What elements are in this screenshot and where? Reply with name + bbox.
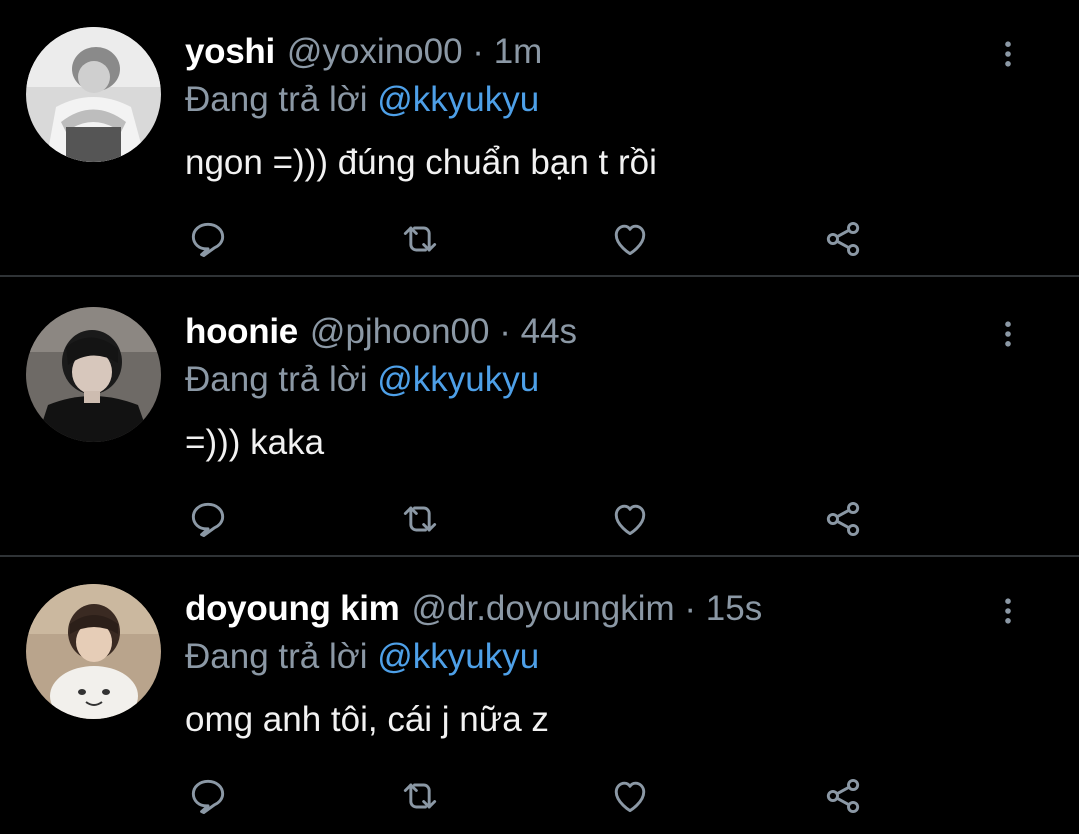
vertical-dots-icon [1005,41,1011,67]
tweet-header: doyoung kim @dr.doyoungkim · 15s [185,587,762,631]
reply-prefix: Đang trả lời [185,637,368,676]
tweet-text: omg anh tôi, cái j nữa z [185,700,549,739]
reply-button[interactable] [183,494,233,544]
avatar-photo [26,27,161,162]
share-icon [826,778,860,814]
comment-bubble-icon [191,222,225,257]
timestamp[interactable]: 44s [521,312,577,351]
avatar-photo [26,584,161,719]
share-icon [826,221,860,257]
replying-to: Đang trả lời @kkyukyu [185,635,539,679]
reply-prefix: Đang trả lời [185,360,368,399]
comment-bubble-icon [191,779,225,814]
heart-icon [614,504,646,536]
comment-bubble-icon [191,502,225,537]
tweet-text: =))) kaka [185,423,325,462]
vertical-dots-icon [1005,598,1011,624]
mention-link[interactable]: @kkyukyu [377,637,539,676]
user-handle[interactable]: @yoxino00 [287,32,463,71]
like-button[interactable] [605,494,655,544]
mention-link[interactable]: @kkyukyu [377,360,539,399]
retweet-icon [403,506,437,532]
more-options-button[interactable] [990,593,1026,629]
retweet-icon [403,226,437,252]
timestamp[interactable]: 1m [494,32,543,71]
tweet-header: yoshi @yoxino00 · 1m [185,30,542,74]
retweet-icon [403,783,437,809]
tweet-item[interactable]: doyoung kim @dr.doyoungkim · 15s Đang trả… [0,557,1079,834]
replying-to: Đang trả lời @kkyukyu [185,78,539,122]
tweet-text: ngon =))) đúng chuẩn bạn t rồi [185,143,657,182]
mention-link[interactable]: @kkyukyu [377,80,539,119]
avatar[interactable] [26,307,161,442]
separator-dot: · [472,32,484,71]
action-bar [0,214,1079,264]
reply-prefix: Đang trả lời [185,80,368,119]
share-button[interactable] [818,214,868,264]
more-options-button[interactable] [990,316,1026,352]
heart-icon [614,224,646,256]
heart-icon [614,781,646,813]
replying-to: Đang trả lời @kkyukyu [185,358,539,402]
action-bar [0,771,1079,821]
retweet-button[interactable] [395,214,445,264]
avatar[interactable] [26,584,161,719]
retweet-button[interactable] [395,494,445,544]
timestamp[interactable]: 15s [706,589,762,628]
display-name[interactable]: yoshi [185,32,275,71]
tweet-item[interactable]: hoonie @pjhoon00 · 44s Đang trả lời @kkyu… [0,280,1079,557]
avatar[interactable] [26,27,161,162]
display-name[interactable]: doyoung kim [185,589,400,628]
share-button[interactable] [818,771,868,821]
like-button[interactable] [605,771,655,821]
display-name[interactable]: hoonie [185,312,298,351]
vertical-dots-icon [1005,321,1011,347]
like-button[interactable] [605,214,655,264]
user-handle[interactable]: @dr.doyoungkim [411,589,674,628]
avatar-photo [26,307,161,442]
retweet-button[interactable] [395,771,445,821]
reply-button[interactable] [183,214,233,264]
tweet-header: hoonie @pjhoon00 · 44s [185,310,577,354]
user-handle[interactable]: @pjhoon00 [310,312,490,351]
share-button[interactable] [818,494,868,544]
separator-dot: · [499,312,511,351]
share-icon [826,501,860,537]
more-options-button[interactable] [990,36,1026,72]
tweet-item[interactable]: yoshi @yoxino00 · 1m Đang trả lời @kkyuky… [0,0,1079,277]
reply-button[interactable] [183,771,233,821]
separator-dot: · [684,589,697,628]
action-bar [0,494,1079,544]
